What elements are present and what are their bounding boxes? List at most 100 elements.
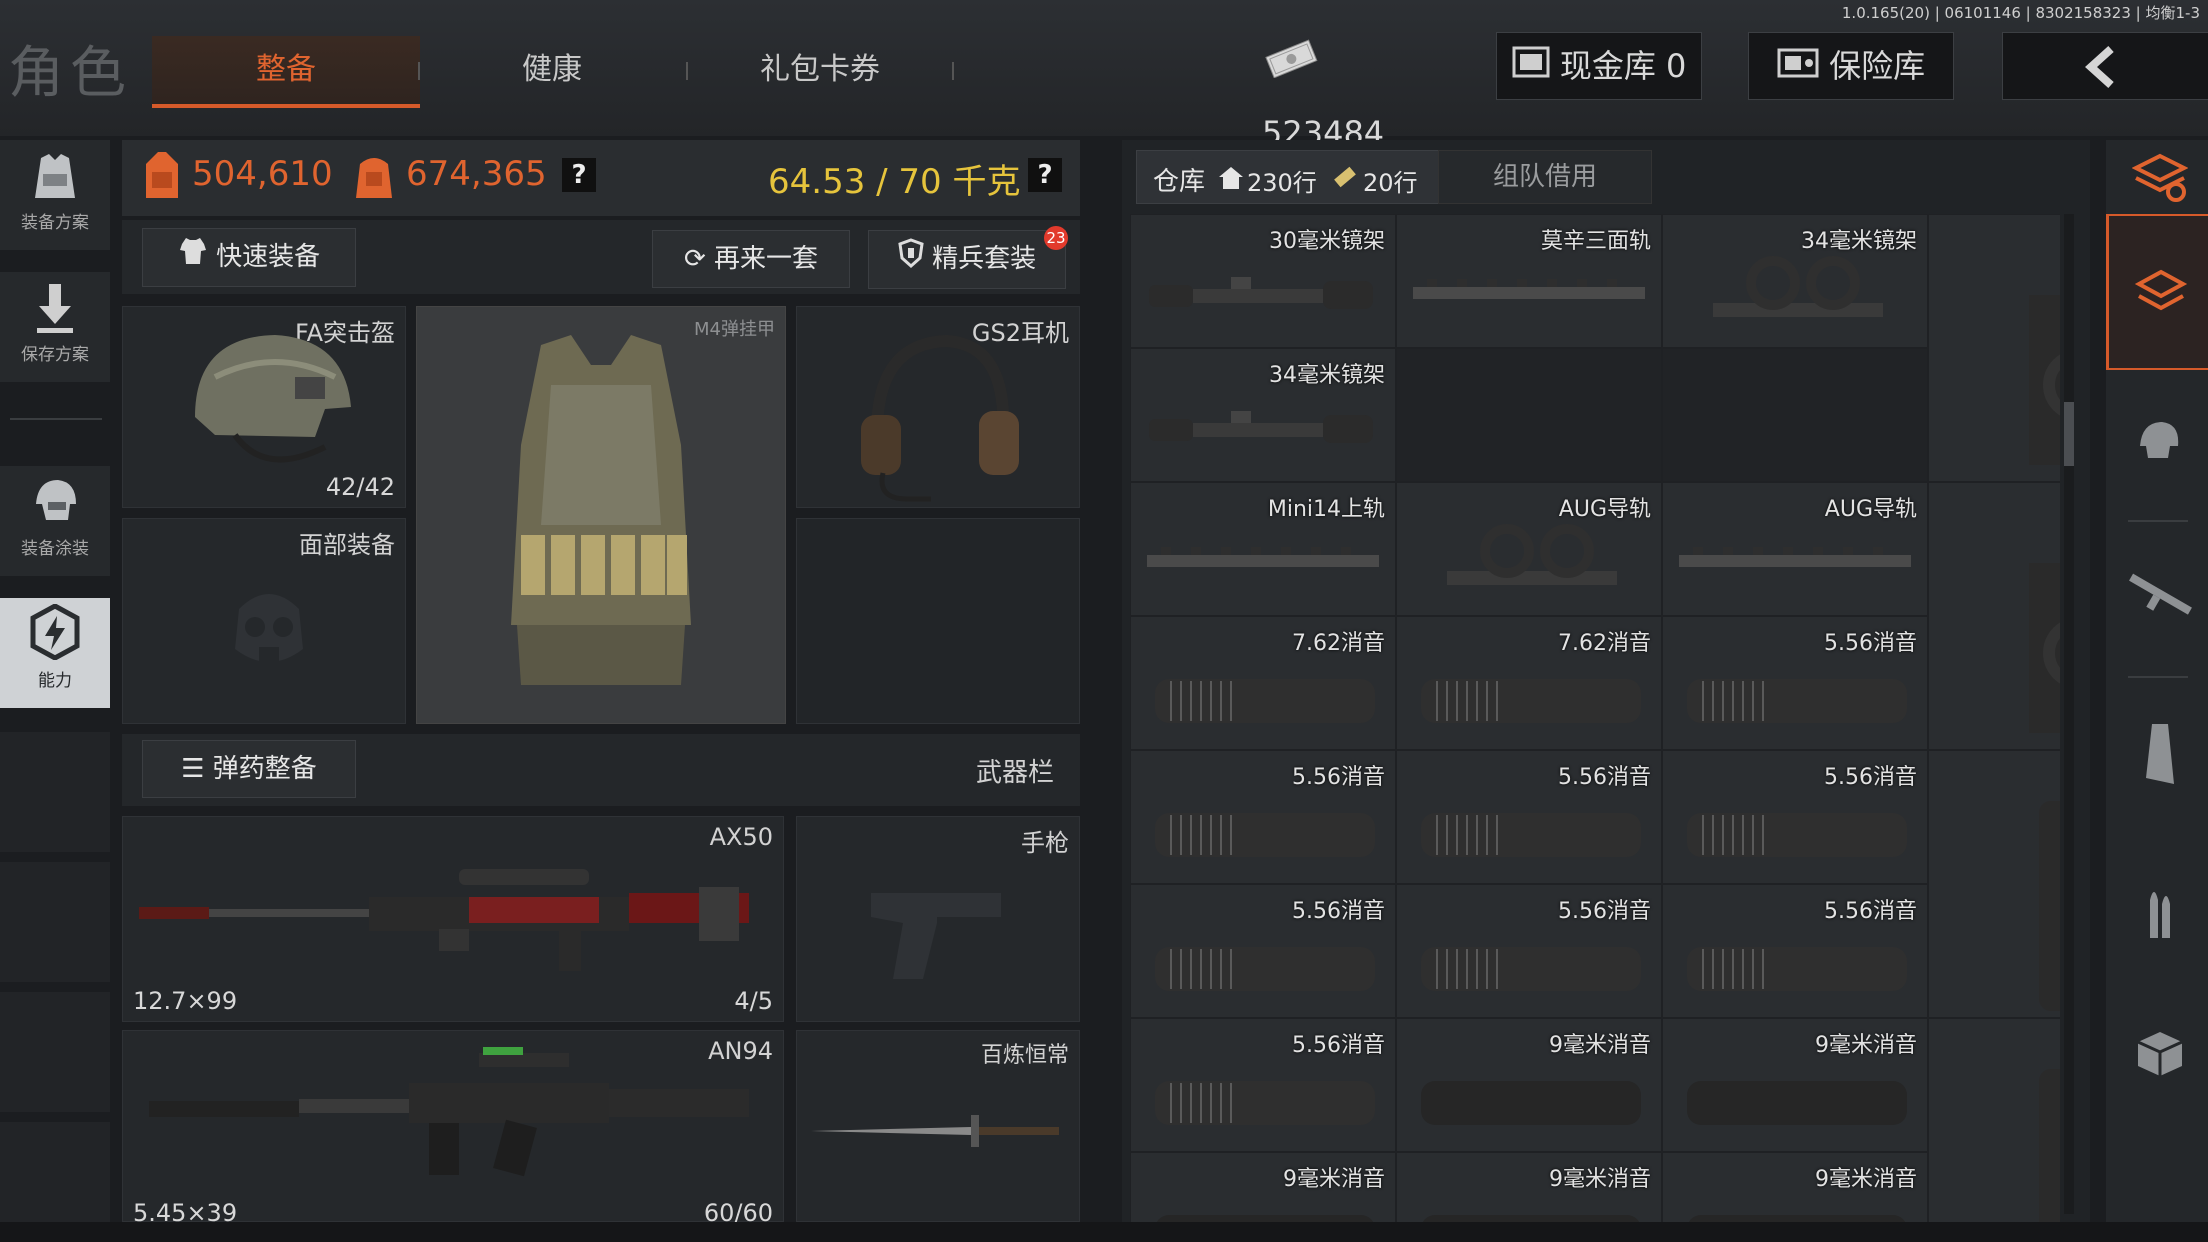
bottom-strip: [0, 1222, 2208, 1242]
assault-rifle-icon: [149, 1047, 749, 1177]
pistol-slot[interactable]: 手枪: [796, 816, 1080, 1022]
warehouse-item-label: 5.56消音: [1824, 765, 1917, 790]
warehouse-item[interactable]: 30毫米镜架: [1130, 214, 1396, 348]
again-button[interactable]: ⟳ 再来一套: [652, 230, 850, 288]
sniper-rifle-icon: [139, 869, 749, 971]
scrollbar-track[interactable]: [2064, 214, 2074, 1214]
elite-set-button[interactable]: 精兵套装: [868, 230, 1066, 289]
ability-button[interactable]: 能力: [0, 598, 110, 708]
gas-mask-icon: [235, 594, 303, 663]
helmet-durability: 42/42: [325, 473, 395, 501]
tab-gift-cards[interactable]: 礼包卡券: [686, 36, 954, 104]
face-slot[interactable]: 面部装备: [122, 518, 406, 724]
warehouse-item[interactable]: AUG导轨: [1662, 482, 1928, 616]
quick-equip-label: 快速装备: [216, 242, 321, 272]
weight-help-button[interactable]: ?: [1028, 158, 1062, 192]
equip-plan-button[interactable]: 装备方案: [0, 140, 110, 250]
warehouse-item[interactable]: 34毫米镜架: [1130, 348, 1396, 482]
warehouse-item[interactable]: 9毫米消音: [1662, 1152, 1928, 1222]
warehouse-item[interactable]: 5.56消音: [1396, 884, 1662, 1018]
tab-health[interactable]: 健康: [418, 36, 686, 104]
scrollbar-thumb[interactable]: [2064, 402, 2074, 466]
gear-skin-label: 装备涂装: [21, 539, 89, 559]
warehouse-item[interactable]: 7.62消音: [1130, 616, 1396, 750]
ticket-icon: [1334, 166, 1356, 188]
warehouse-item[interactable]: 9毫米消音: [1396, 1152, 1662, 1222]
equip-plan-label: 装备方案: [21, 213, 89, 233]
filter-divider: [2128, 676, 2188, 678]
safe-icon: [1777, 35, 1819, 101]
weight-display: 64.53 / 70 千克: [768, 162, 1021, 202]
helmet-slot[interactable]: FA突击盔 42/42: [122, 306, 406, 508]
safe-button[interactable]: 保险库: [1748, 32, 1954, 100]
warehouse-item-label: 莫辛三面轨: [1540, 229, 1651, 254]
back-button[interactable]: [2002, 32, 2208, 100]
value-help-button[interactable]: ?: [562, 158, 596, 192]
warehouse-item[interactable]: 34毫米镜架: [1662, 214, 1928, 348]
warehouse-item[interactable]: 5.56消音: [1662, 884, 1928, 1018]
mount-icon: [1713, 256, 1883, 317]
warehouse-empty-cell: [1396, 348, 1662, 482]
team-borrow-tab[interactable]: 组队借用: [1438, 150, 1652, 204]
gear-skin-button[interactable]: 装备涂装: [0, 466, 110, 576]
shield-icon: [898, 232, 924, 288]
warehouse-item[interactable]: 9毫米消音: [1928, 1018, 2060, 1222]
save-plan-button[interactable]: 保存方案: [0, 272, 110, 382]
melee-slot[interactable]: 百炼恒常: [796, 1030, 1080, 1222]
warehouse-item[interactable]: AUG导轨: [1396, 482, 1662, 616]
tab-divider: [952, 62, 954, 80]
warehouse-item[interactable]: 7.62消音: [1396, 616, 1662, 750]
suppressor-icon: [1155, 679, 1375, 723]
primary-weapon-name: AX50: [709, 823, 773, 851]
warehouse-item-label: 34毫米镜架: [1269, 363, 1385, 388]
suppressor-icon: [2039, 1069, 2060, 1222]
rifle-filter-icon: [2129, 573, 2192, 615]
rail-icon: [1679, 547, 1911, 567]
warehouse-tab[interactable]: 仓库 230行 20行: [1136, 150, 1440, 204]
box-filter-icon: [2137, 1032, 2183, 1076]
warehouse-item[interactable]: 9毫米消音: [1130, 1152, 1396, 1222]
magazine-filter-icon: [2146, 724, 2174, 784]
warehouse-item-label: Mini14上轨: [1267, 497, 1385, 522]
warehouse-item-label: 7.62消音: [1558, 631, 1651, 656]
ammo-prep-button[interactable]: ☰ 弹药整备: [142, 740, 356, 798]
primary-weapon-slot[interactable]: AX50 12.7×99 4/5: [122, 816, 784, 1022]
filter-misc-tab[interactable]: [2108, 994, 2208, 1144]
headset-slot[interactable]: GS2耳机: [796, 306, 1080, 508]
warehouse-item[interactable]: 34毫米镜架: [1928, 214, 2060, 482]
warehouse-item[interactable]: 5.56消音: [1662, 616, 1928, 750]
filter-rifle-tab[interactable]: [2108, 530, 2208, 680]
warehouse-item[interactable]: 9毫米消音: [1662, 1018, 1928, 1152]
warehouse-item-label: 9毫米消音: [1815, 1167, 1917, 1192]
warehouse-item[interactable]: 9毫米消音: [1396, 1018, 1662, 1152]
warehouse-item[interactable]: 5.56消音: [1130, 750, 1396, 884]
face-slot-label: 面部装备: [299, 531, 395, 559]
empty-gear-slot[interactable]: [796, 518, 1080, 724]
filter-ammo-tab[interactable]: [2108, 840, 2208, 990]
filter-attachments-tab[interactable]: [2106, 214, 2208, 370]
bag-total-icon: [352, 152, 396, 206]
warehouse-item[interactable]: Mini14上轨: [1130, 482, 1396, 616]
warehouse-item[interactable]: 5.56消音: [1396, 750, 1662, 884]
vest-icon: [511, 335, 691, 685]
warehouse-item[interactable]: 5.56消音: [1928, 750, 2060, 1018]
tab-equip[interactable]: 整备: [152, 36, 420, 108]
melee-name: 百炼恒常: [980, 1043, 1069, 1068]
warehouse-item[interactable]: AUG导轨: [1928, 482, 2060, 750]
helmet-filter-icon: [2140, 422, 2179, 458]
cash-vault-label: 现金库 0: [1559, 47, 1687, 85]
warehouse-item[interactable]: 莫辛三面轨: [1396, 214, 1662, 348]
suppressor-icon: [1421, 947, 1641, 991]
warehouse-item[interactable]: 5.56消音: [1130, 884, 1396, 1018]
cash-icon: [1262, 34, 1320, 100]
cash-vault-button[interactable]: 现金库 0: [1496, 32, 1702, 100]
suppressor-icon: [1155, 813, 1375, 857]
warehouse-item[interactable]: 5.56消音: [1662, 750, 1928, 884]
armor-slot[interactable]: M4弹挂甲: [416, 306, 786, 724]
rail-icon: [1147, 547, 1379, 567]
warehouse-item[interactable]: 5.56消音: [1130, 1018, 1396, 1152]
secondary-weapon-slot[interactable]: AN94 5.45×39 60/60: [122, 1030, 784, 1227]
filter-magazine-tab[interactable]: [2108, 684, 2208, 834]
quick-equip-button[interactable]: 快速装备: [142, 228, 356, 287]
filter-helmet-tab[interactable]: [2108, 376, 2208, 526]
